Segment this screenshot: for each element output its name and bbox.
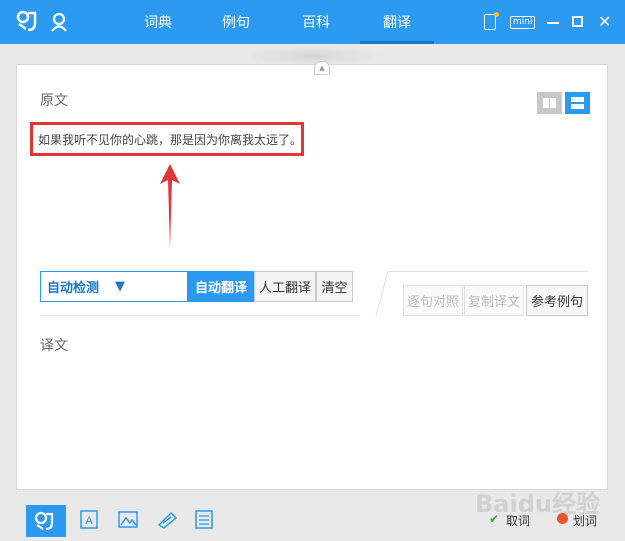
notification-dot [494, 12, 499, 17]
tab-translate[interactable]: 翻译 [360, 0, 434, 44]
tab-label: 词典 [144, 15, 172, 31]
maximize-icon[interactable] [572, 16, 583, 27]
dropdown-caret-icon: ▼ [115, 279, 125, 294]
image-translate-icon[interactable] [118, 509, 140, 531]
stacked-layout-icon[interactable] [565, 92, 590, 114]
select-word-icon [557, 513, 568, 524]
clear-button[interactable]: 清空 [316, 271, 353, 302]
home-button[interactable] [26, 505, 66, 537]
youdao-logo-icon[interactable] [16, 10, 38, 32]
edit-translate-icon[interactable] [157, 509, 179, 531]
language-select[interactable]: 自动检测 ▼ [40, 271, 188, 302]
auto-translate-button[interactable]: 自动翻译 [188, 271, 254, 302]
close-icon[interactable]: ✕ [598, 12, 611, 32]
target-heading: 译文 [40, 338, 68, 354]
human-translate-button[interactable]: 人工翻译 [254, 271, 316, 302]
active-tab-indicator [360, 41, 434, 44]
language-select-value: 自动检测 [47, 281, 100, 296]
annotation-arrow-icon [160, 164, 180, 248]
toolbar-divider [388, 271, 588, 272]
side-by-side-layout-icon[interactable] [537, 92, 562, 114]
select-word-toggle[interactable]: 划词 [573, 512, 597, 529]
toolbar-slant [375, 271, 389, 317]
translate-icon[interactable] [195, 509, 217, 531]
word-book-icon[interactable]: A [80, 509, 102, 531]
highlight-box [30, 122, 304, 156]
minimize-icon[interactable] [547, 22, 559, 24]
user-icon[interactable] [50, 12, 68, 32]
tab-example-sentences[interactable]: 例句 [206, 0, 266, 44]
copy-translation-button[interactable]: 复制译文 [464, 285, 524, 316]
tab-dictionary[interactable]: 词典 [128, 0, 188, 44]
tab-encyclopedia[interactable]: 百科 [286, 0, 346, 44]
collapse-handle-icon[interactable]: ▲ [314, 61, 330, 75]
tab-label: 例句 [222, 15, 250, 31]
tab-label: 翻译 [383, 15, 411, 31]
panel-shadow [243, 46, 383, 66]
fetch-word-toggle[interactable]: 取词 [506, 512, 530, 529]
section-divider [40, 315, 360, 316]
reference-examples-button[interactable]: 参考例句 [526, 285, 588, 316]
mini-mode-button[interactable]: mini [510, 16, 536, 29]
svg-text:A: A [85, 515, 93, 527]
tab-label: 百科 [302, 15, 330, 31]
sentence-compare-button[interactable]: 逐句对照 [403, 285, 463, 316]
fetch-word-checkmark-icon: ✔ [489, 512, 500, 526]
source-heading: 原文 [40, 93, 68, 109]
